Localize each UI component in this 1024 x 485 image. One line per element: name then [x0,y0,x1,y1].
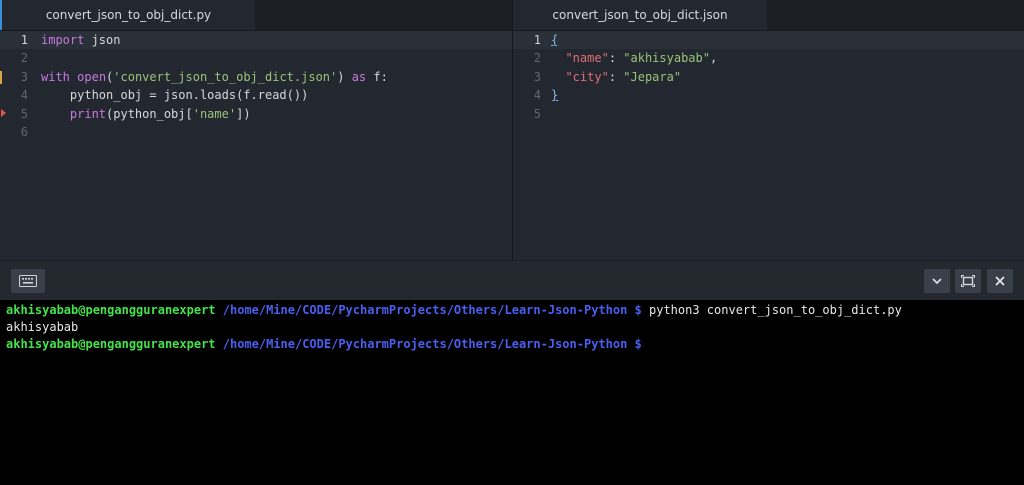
code-line: 5 [513,105,1024,123]
keyword-token: with [41,69,70,84]
prompt-path: /home/Mine/CODE/PycharmProjects/Others/L… [215,303,642,317]
code-line: 4 } [513,86,1024,104]
tab-convert-json-json[interactable]: convert_json_to_obj_dict.json [513,0,767,30]
line-number: 4 [20,88,28,103]
terminal-line: akhisyabab@pengangguranexpert /home/Mine… [0,302,1024,319]
code-text: } [551,86,558,104]
brace-token: { [551,33,559,47]
line-number: 5 [533,106,541,121]
code-token: (python_obj[ [106,106,193,121]
code-token: , [709,51,718,66]
terminal-line: akhisyabab@pengangguranexpert /home/Mine… [0,336,1024,353]
code-token: ]) [236,106,251,121]
maximize-panel-button[interactable] [955,269,981,293]
keyword-token: import [41,33,85,47]
prompt-user-host: akhisyabab@pengangguranexpert [6,303,216,317]
code-line: 2 [0,49,512,67]
code-text: python_obj = json.loads(f.read()) [41,88,309,103]
code-text: print(python_obj['name']) [41,105,251,123]
line-number: 2 [533,51,541,66]
terminal-output[interactable]: akhisyabab@pengangguranexpert /home/Mine… [0,300,1024,485]
string-token: 'convert_json_to_obj_dict.json' [113,69,338,84]
chevron-down-icon [932,278,942,285]
left-tabbar: convert_json_to_obj_dict.py [0,0,512,31]
collapse-panel-button[interactable] [924,269,950,293]
line-number: 1 [533,33,541,47]
code-line: 3 "city": "Jepara" [513,68,1024,86]
builtin-token: print [69,106,107,121]
left-editor-pane: convert_json_to_obj_dict.py 1 import jso… [0,0,512,260]
tab-convert-json-py[interactable]: convert_json_to_obj_dict.py [0,0,255,30]
close-panel-button[interactable] [987,269,1013,293]
keyword-token: as [351,69,367,84]
code-text: import json [41,31,120,49]
line-number: 6 [20,124,28,139]
string-token: "akhisyabab" [623,51,710,66]
string-token: 'name' [192,106,237,121]
code-token: f: [366,69,388,84]
right-editor-pane: convert_json_to_obj_dict.json 1 { 2 "nam… [513,0,1024,260]
right-tabbar: convert_json_to_obj_dict.json [513,0,1024,31]
code-line: 5 print(python_obj['name']) [0,105,512,123]
code-line: 1 import json [0,31,512,50]
code-line: 2 "name": "akhisyabab", [513,49,1024,67]
code-token: json [84,33,121,47]
code-line: 4 python_obj = json.loads(f.read()) [0,86,512,104]
code-text: "name": "akhisyabab", [551,49,717,67]
code-text: with open('convert_json_to_obj_dict.json… [41,68,388,86]
line-number: 1 [20,33,28,47]
prompt-user-host: akhisyabab@pengangguranexpert [6,337,216,351]
json-key-token: "city" [565,69,609,84]
brace-token: } [551,88,559,103]
close-icon [995,276,1005,286]
terminal-command: python3 convert_json_to_obj_dict.py [641,303,902,317]
line-number: 5 [20,106,28,121]
code-line: 6 [0,123,512,141]
code-token: ) [337,69,352,84]
prompt-path: /home/Mine/CODE/PycharmProjects/Others/L… [215,337,642,351]
terminal-toolbar [0,260,1024,301]
line-number: 3 [533,69,541,84]
keyboard-icon [19,275,37,287]
code-line: 1 { [513,31,1024,50]
line-number: 4 [533,88,541,103]
code-line: 3 with open('convert_json_to_obj_dict.js… [0,68,512,86]
line-number: 2 [20,51,28,66]
maximize-icon [960,274,976,288]
string-token: "Jepara" [623,69,682,84]
code-token: : [608,51,624,66]
keyboard-button[interactable] [11,269,45,293]
right-code-editor[interactable]: 1 { 2 "name": "akhisyabab", 3 "city": "J… [513,31,1024,260]
line-number: 3 [20,69,28,84]
code-text: { [551,31,558,49]
terminal-line: akhisyabab [6,320,79,334]
left-code-editor[interactable]: 1 import json 2 3 with open('convert_jso… [0,31,512,260]
code-text: "city": "Jepara" [551,68,681,86]
builtin-token: open [77,69,107,84]
json-key-token: "name" [565,51,609,66]
code-token: : [608,69,624,84]
